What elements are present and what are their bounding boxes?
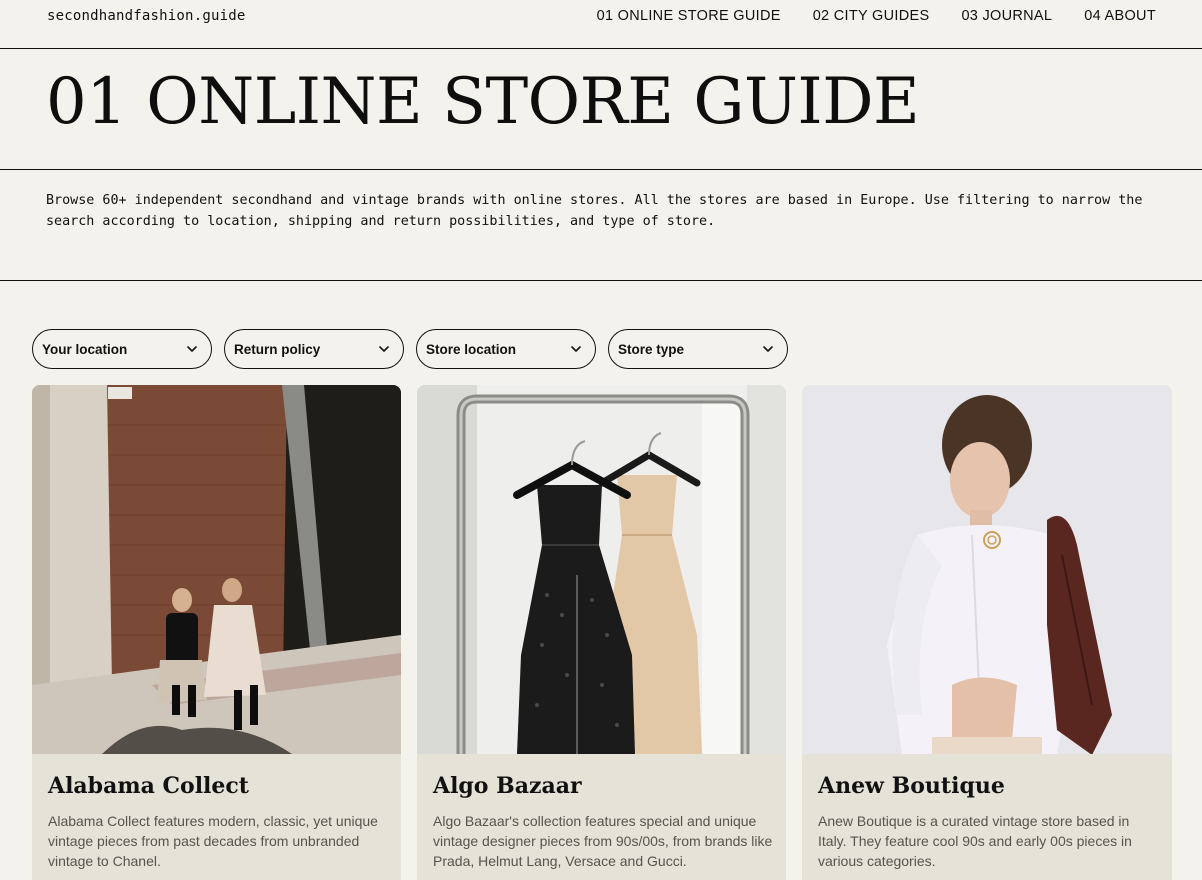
page-title: 01 ONLINE STORE GUIDE	[46, 65, 920, 139]
chevron-down-icon	[187, 346, 197, 352]
filter-label: Store type	[618, 341, 685, 357]
chevron-down-icon	[763, 346, 773, 352]
store-card-algo-bazaar[interactable]: Algo Bazaar Algo Bazaar's collection fea…	[417, 385, 786, 880]
filter-store-location[interactable]: Store location	[416, 329, 596, 369]
main-nav: 01 ONLINE STORE GUIDE 02 CITY GUIDES 03 …	[597, 8, 1156, 24]
store-description: Alabama Collect features modern, classic…	[48, 813, 378, 869]
nav-online-store-guide[interactable]: 01 ONLINE STORE GUIDE	[597, 8, 781, 24]
filter-return-policy[interactable]: Return policy	[224, 329, 404, 369]
store-name: Alabama Collect	[48, 773, 249, 799]
store-image-dresses-on-rack-photo[interactable]	[417, 385, 786, 754]
store-card-alabama-collect[interactable]: Alabama Collect Alabama Collect features…	[32, 385, 401, 880]
store-description: Algo Bazaar's collection features specia…	[433, 813, 773, 869]
store-name: Algo Bazaar	[433, 773, 582, 799]
store-card-grid: Alabama Collect Alabama Collect features…	[32, 385, 1172, 880]
store-description: Anew Boutique is a curated vintage store…	[818, 813, 1132, 869]
store-card-anew-boutique[interactable]: Anew Boutique Anew Boutique is a curated…	[802, 385, 1172, 880]
nav-journal[interactable]: 03 JOURNAL	[961, 8, 1052, 24]
store-name: Anew Boutique	[818, 773, 1005, 799]
filter-label: Return policy	[234, 341, 321, 357]
filter-label: Store location	[426, 341, 517, 357]
intro-section: Browse 60+ independent secondhand and vi…	[0, 170, 1202, 281]
site-logo[interactable]: secondhandfashion.guide	[47, 8, 245, 24]
filter-store-type[interactable]: Store type	[608, 329, 788, 369]
hero-section: 01 ONLINE STORE GUIDE	[0, 49, 1202, 170]
filter-label: Your location	[42, 341, 128, 357]
nav-about[interactable]: 04 ABOUT	[1084, 8, 1156, 24]
filter-bar: Your location Return policy Store locati…	[32, 329, 788, 369]
chevron-down-icon	[571, 346, 581, 352]
filter-your-location[interactable]: Your location	[32, 329, 212, 369]
chevron-down-icon	[379, 346, 389, 352]
nav-city-guides[interactable]: 02 CITY GUIDES	[813, 8, 930, 24]
top-bar: secondhandfashion.guide 01 ONLINE STORE …	[0, 0, 1202, 49]
store-image-street-photo[interactable]	[32, 385, 401, 754]
intro-text: Browse 60+ independent secondhand and vi…	[46, 193, 1143, 229]
store-image-model-photo[interactable]	[802, 385, 1172, 754]
